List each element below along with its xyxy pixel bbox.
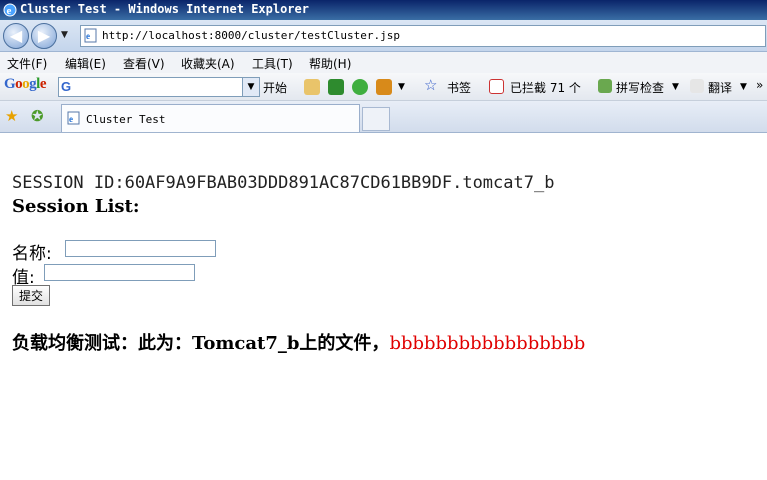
submit-button[interactable]: 提交 (12, 285, 50, 306)
google-search-dropdown[interactable]: ▼ (242, 78, 259, 96)
blocked-popups-count[interactable]: 已拦截 71 个 (510, 79, 581, 96)
load-balance-text: 负载均衡测试：此为：Tomcat7_b上的文件， (12, 333, 390, 354)
google-toolbar: Google G ▼ 开始 ▼ ☆ 书签 已拦截 71 个 拼写检查 ▼ 翻译 … (0, 73, 767, 101)
back-arrow-icon: ◀ (9, 26, 23, 45)
menu-favorites[interactable]: 收藏夹(A) (181, 55, 235, 72)
google-search-input[interactable]: G ▼ (58, 77, 260, 97)
name-input[interactable] (65, 240, 216, 257)
pagerank-icon[interactable] (328, 79, 344, 95)
spellcheck-icon[interactable] (598, 79, 612, 93)
address-bar[interactable]: e http://localhost:8000/cluster/testClus… (80, 25, 766, 47)
forward-button[interactable]: ▶ (31, 23, 57, 49)
spellcheck-button[interactable]: 拼写检查 (616, 79, 664, 96)
refresh-icon[interactable] (352, 79, 368, 95)
page-icon: e (84, 28, 97, 43)
menu-bar: 文件(F) 编辑(E) 查看(V) 收藏夹(A) 工具(T) 帮助(H) (0, 52, 767, 73)
svg-text:e: e (69, 114, 73, 124)
new-tab-button[interactable] (362, 107, 390, 131)
bookmark-star-icon[interactable]: ☆ (424, 76, 437, 94)
menu-file[interactable]: 文件(F) (7, 55, 47, 72)
google-search-prefix: G (61, 79, 72, 94)
tab-label: Cluster Test (86, 113, 166, 126)
menu-tools[interactable]: 工具(T) (252, 55, 293, 72)
notes-icon[interactable] (304, 79, 320, 95)
favorites-star-icon[interactable]: ★ (5, 107, 18, 125)
name-label: 名称: (12, 244, 52, 264)
tab-cluster-test[interactable]: e Cluster Test (61, 104, 360, 132)
google-start-button[interactable]: 开始 (263, 79, 287, 96)
recent-pages-dropdown[interactable]: ▼ (61, 30, 68, 40)
page-content: SESSION ID:60AF9A9FBAB03DDD891AC87CD61BB… (0, 133, 767, 480)
toolbar-overflow-icon[interactable]: » (756, 78, 763, 92)
menu-view[interactable]: 查看(V) (123, 55, 165, 72)
translate-button[interactable]: 翻译 (708, 79, 732, 96)
address-toolbar: ◀ ▶ ▼ e http://localhost:8000/cluster/te… (0, 20, 767, 52)
load-balance-highlight: bbbbbbbbbbbbbbbbb (389, 333, 586, 354)
bookmarks-button[interactable]: 书签 (447, 79, 471, 96)
value-input[interactable] (44, 264, 195, 281)
load-balance-message: 负载均衡测试：此为：Tomcat7_b上的文件，bbbbbbbbbbbbbbbb… (12, 329, 585, 355)
translate-icon[interactable] (690, 79, 704, 93)
popup-blocker-icon[interactable] (489, 79, 504, 94)
internet-explorer-icon: e (3, 3, 17, 17)
spellcheck-dropdown-icon[interactable]: ▼ (672, 82, 679, 92)
settings-icon[interactable] (376, 79, 392, 95)
session-id-text: SESSION ID:60AF9A9FBAB03DDD891AC87CD61BB… (12, 173, 555, 193)
forward-arrow-icon: ▶ (37, 26, 51, 45)
svg-text:e: e (7, 5, 12, 17)
svg-text:e: e (86, 31, 90, 41)
translate-dropdown-icon[interactable]: ▼ (740, 82, 747, 92)
url-text: http://localhost:8000/cluster/testCluste… (102, 29, 401, 42)
tab-page-icon: e (67, 111, 80, 125)
menu-edit[interactable]: 编辑(E) (65, 55, 106, 72)
tab-bar: ★ ✪ e Cluster Test (0, 101, 767, 133)
google-logo: Google (4, 76, 47, 92)
menu-help[interactable]: 帮助(H) (309, 55, 351, 72)
session-list-heading: Session List: (12, 196, 140, 217)
window-titlebar: e Cluster Test - Windows Internet Explor… (0, 0, 767, 20)
back-button[interactable]: ◀ (3, 23, 29, 49)
window-title: Cluster Test - Windows Internet Explorer (20, 2, 309, 16)
settings-dropdown-icon[interactable]: ▼ (398, 82, 405, 92)
add-favorites-icon[interactable]: ✪ (31, 107, 44, 125)
